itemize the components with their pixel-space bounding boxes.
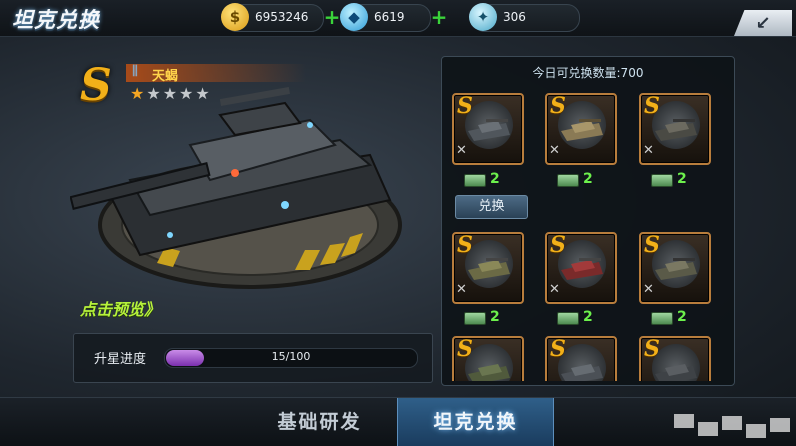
- crystal-resource: ✦ 306: [469, 3, 580, 32]
- card-rank: S: [550, 232, 566, 258]
- voucher-icon: [651, 174, 673, 187]
- daily-quota-text: 今日可兑换数量:700: [532, 66, 644, 80]
- gold-coin-icon: $: [221, 3, 249, 31]
- cross-swords-icon: ✕: [456, 143, 467, 158]
- cross-swords-icon: ✕: [549, 282, 560, 297]
- voucher-icon: [651, 312, 673, 325]
- card-rank: S: [457, 93, 473, 119]
- page-title: 坦克兑换: [12, 8, 100, 32]
- tank-card[interactable]: S ✕: [639, 93, 711, 165]
- gold-value: 6953246: [255, 10, 309, 24]
- card-cost: 2: [545, 309, 615, 327]
- top-bar: 坦克兑换 $ 6953246 + ◆ 6619 + ✦ 306 ↙: [0, 0, 796, 37]
- star-progress-panel: 升星进度 15/100: [73, 333, 433, 383]
- progress-track: 15/100: [164, 348, 418, 368]
- tank-card[interactable]: S ✕: [545, 232, 617, 304]
- cross-swords-icon: ✕: [549, 143, 560, 158]
- back-arrow-icon: ↙: [755, 12, 771, 34]
- diamond-icon: ◆: [340, 3, 368, 31]
- tab-tank-exchange[interactable]: 坦克兑换: [397, 398, 554, 446]
- card-rank: S: [457, 232, 473, 258]
- card-rank: S: [644, 93, 660, 119]
- tab-basic-research[interactable]: 基础研发: [242, 398, 397, 446]
- gem-resource: ◆ 6619 +: [340, 3, 447, 32]
- tank-name: 天蝎: [152, 69, 179, 84]
- voucher-icon: [464, 312, 486, 325]
- card-cost: 2: [639, 171, 709, 189]
- voucher-icon: [557, 312, 579, 325]
- progress-value: 15/100: [271, 350, 311, 363]
- gold-resource: $ 6953246 +: [221, 3, 340, 32]
- card-rank: S: [457, 336, 473, 362]
- watermark-blocks: [674, 414, 794, 442]
- progress-label: 升星进度: [94, 352, 147, 367]
- cross-swords-icon: ✕: [643, 282, 654, 297]
- tank-card[interactable]: S: [639, 336, 711, 381]
- card-rank: S: [644, 232, 660, 258]
- voucher-icon: [464, 174, 486, 187]
- gem-value: 6619: [374, 10, 405, 24]
- crystal-icon: ✦: [469, 3, 497, 31]
- card-cost: 2: [639, 309, 709, 327]
- tank-card[interactable]: S ✕: [639, 232, 711, 304]
- card-row-clipped: S S S: [441, 336, 733, 381]
- rank-chevron-icon: ⫼: [132, 64, 138, 79]
- back-button[interactable]: ↙: [734, 10, 792, 36]
- preview-link[interactable]: 点击预览》: [80, 296, 160, 320]
- tank-card[interactable]: S ✕: [452, 93, 524, 165]
- card-rank: S: [550, 336, 566, 362]
- voucher-icon: [557, 174, 579, 187]
- tank-model[interactable]: [70, 85, 400, 275]
- tank-card[interactable]: S: [545, 336, 617, 381]
- card-rank: S: [550, 93, 566, 119]
- cross-swords-icon: ✕: [456, 282, 467, 297]
- add-gem-button[interactable]: +: [430, 7, 448, 27]
- card-cost: 2: [452, 309, 522, 327]
- card-rank: S: [644, 336, 660, 362]
- card-cost: 2: [545, 171, 615, 189]
- crystal-value: 306: [503, 10, 526, 24]
- cross-swords-icon: ✕: [643, 143, 654, 158]
- card-cost: 2: [452, 171, 522, 189]
- add-gold-button[interactable]: +: [323, 7, 341, 27]
- tank-card[interactable]: S ✕: [452, 232, 524, 304]
- tank-card[interactable]: S: [452, 336, 524, 381]
- tank-card[interactable]: S ✕: [545, 93, 617, 165]
- exchange-button[interactable]: 兑换: [455, 195, 528, 219]
